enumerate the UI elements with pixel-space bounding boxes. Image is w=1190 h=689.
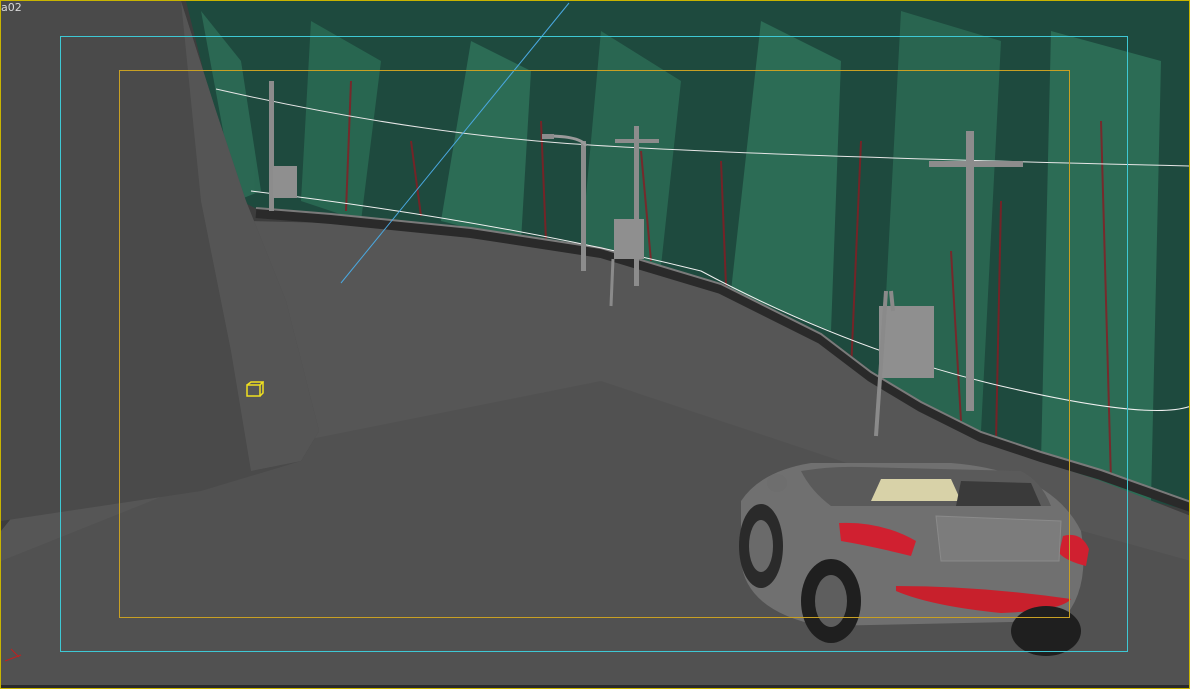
safe-frame-inner xyxy=(119,70,1070,618)
3d-viewport[interactable]: a02 xyxy=(0,0,1190,689)
camera-target-icon[interactable] xyxy=(246,381,264,397)
viewport-bottom-border xyxy=(1,685,1189,688)
viewport-label[interactable]: a02 xyxy=(1,2,22,14)
